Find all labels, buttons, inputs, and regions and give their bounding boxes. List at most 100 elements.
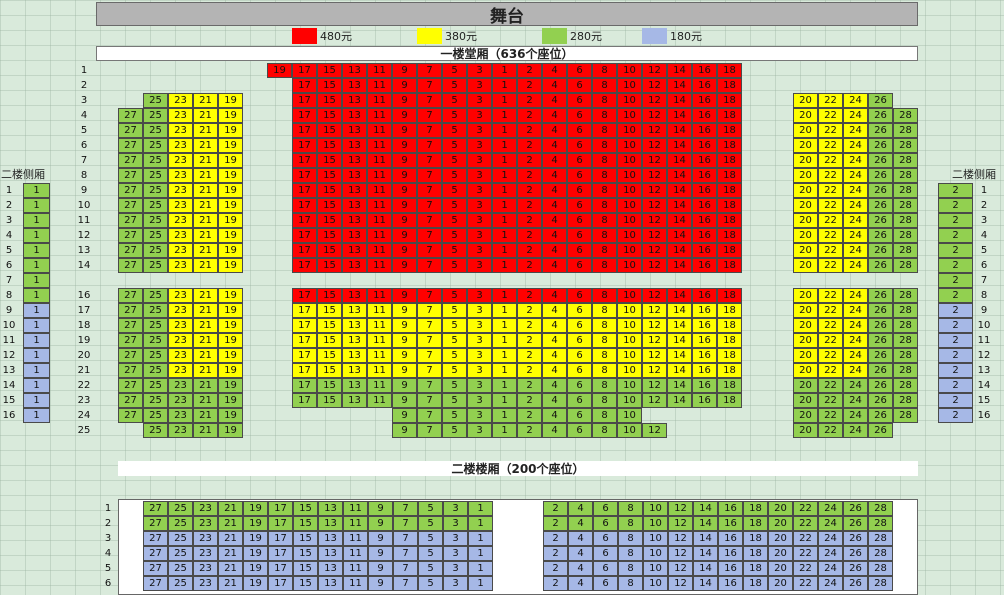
seat-floor2-left[interactable]: 7 (393, 531, 418, 546)
seat-floor2-left[interactable]: 5 (418, 546, 443, 561)
seat-floor2-right[interactable]: 16 (718, 576, 743, 591)
seat-center[interactable]: 5 (442, 138, 467, 153)
seat-center[interactable]: 17 (292, 123, 317, 138)
seat-center[interactable]: 6 (567, 318, 592, 333)
seat-center[interactable]: 5 (442, 333, 467, 348)
seat-right[interactable]: 28 (893, 138, 918, 153)
seat-floor2-right[interactable]: 28 (868, 501, 893, 516)
seat-right[interactable]: 22 (818, 153, 843, 168)
seat-center[interactable]: 9 (392, 168, 417, 183)
seat-floor2-left[interactable]: 23 (193, 516, 218, 531)
seat-center[interactable]: 12 (642, 393, 667, 408)
seat-right[interactable]: 20 (793, 123, 818, 138)
seat-left[interactable]: 23 (168, 288, 193, 303)
seat-left[interactable]: 19 (218, 333, 243, 348)
seat-center[interactable]: 1 (492, 93, 517, 108)
seat-center[interactable]: 12 (642, 333, 667, 348)
seat-right[interactable]: 24 (843, 318, 868, 333)
seat-left[interactable]: 27 (118, 348, 143, 363)
seat-center[interactable]: 4 (542, 348, 567, 363)
seat-floor2-left[interactable]: 1 (468, 576, 493, 591)
seat-center[interactable]: 4 (542, 183, 567, 198)
seat-center[interactable]: 11 (367, 123, 392, 138)
seat-floor2-left[interactable]: 17 (268, 516, 293, 531)
seat-right[interactable]: 28 (893, 348, 918, 363)
seat-center[interactable]: 7 (417, 333, 442, 348)
seat-center[interactable]: 15 (317, 348, 342, 363)
seat-center[interactable]: 6 (567, 378, 592, 393)
seat-center[interactable]: 10 (617, 198, 642, 213)
seat-center[interactable]: 3 (467, 408, 492, 423)
seat-left[interactable]: 23 (168, 348, 193, 363)
seat-center[interactable]: 16 (692, 258, 717, 273)
seat-right[interactable]: 26 (868, 123, 893, 138)
seat-center[interactable]: 18 (717, 228, 742, 243)
seat-center[interactable]: 1 (492, 153, 517, 168)
seat-left[interactable]: 23 (168, 423, 193, 438)
seat-left[interactable]: 21 (193, 303, 218, 318)
seat-center[interactable]: 5 (442, 123, 467, 138)
seat-left[interactable]: 19 (218, 243, 243, 258)
seat-side-left[interactable]: 1 (23, 273, 50, 288)
seat-floor2-right[interactable]: 20 (768, 546, 793, 561)
seat-center[interactable]: 10 (617, 258, 642, 273)
seat-center[interactable]: 6 (567, 153, 592, 168)
seat-left[interactable]: 21 (193, 408, 218, 423)
seat-floor2-left[interactable]: 19 (243, 531, 268, 546)
seat-left[interactable]: 21 (193, 153, 218, 168)
seat-center[interactable]: 11 (367, 303, 392, 318)
seat-center[interactable]: 14 (667, 63, 692, 78)
seat-center[interactable]: 17 (292, 303, 317, 318)
seat-center[interactable]: 4 (542, 378, 567, 393)
seat-center[interactable]: 8 (592, 378, 617, 393)
seat-floor2-left[interactable]: 15 (293, 546, 318, 561)
seat-center[interactable]: 14 (667, 168, 692, 183)
seat-left[interactable]: 19 (218, 408, 243, 423)
seat-floor2-left[interactable]: 3 (443, 561, 468, 576)
seat-side-right[interactable]: 2 (938, 303, 973, 318)
seat-center[interactable]: 18 (717, 243, 742, 258)
seat-center[interactable]: 2 (517, 243, 542, 258)
seat-center[interactable]: 6 (567, 393, 592, 408)
seat-floor2-left[interactable]: 11 (343, 531, 368, 546)
seat-center[interactable]: 14 (667, 78, 692, 93)
seat-right[interactable]: 22 (818, 138, 843, 153)
seat-center[interactable]: 5 (442, 423, 467, 438)
seat-floor2-left[interactable]: 3 (443, 576, 468, 591)
seat-floor2-left[interactable]: 27 (143, 516, 168, 531)
seat-center[interactable]: 14 (667, 243, 692, 258)
seat-center[interactable]: 1 (492, 393, 517, 408)
seat-center[interactable]: 8 (592, 63, 617, 78)
seat-center[interactable]: 1 (492, 318, 517, 333)
seat-center[interactable]: 4 (542, 408, 567, 423)
seat-center[interactable]: 10 (617, 408, 642, 423)
seat-floor2-right[interactable]: 24 (818, 576, 843, 591)
seat-floor2-left[interactable]: 27 (143, 501, 168, 516)
seat-floor2-right[interactable]: 4 (568, 516, 593, 531)
seat-center[interactable]: 18 (717, 198, 742, 213)
seat-center[interactable]: 11 (367, 318, 392, 333)
seat-center[interactable]: 7 (417, 363, 442, 378)
seat-floor2-right[interactable]: 24 (818, 546, 843, 561)
seat-floor2-left[interactable]: 9 (368, 546, 393, 561)
seat-left[interactable]: 27 (118, 303, 143, 318)
seat-center[interactable]: 14 (667, 123, 692, 138)
seat-center[interactable]: 12 (642, 198, 667, 213)
seat-side-right[interactable]: 2 (938, 318, 973, 333)
seat-center[interactable]: 15 (317, 93, 342, 108)
seat-center[interactable]: 6 (567, 168, 592, 183)
seat-center[interactable]: 15 (317, 393, 342, 408)
seat-side-right[interactable]: 2 (938, 363, 973, 378)
seat-left[interactable]: 21 (193, 213, 218, 228)
seat-center[interactable]: 12 (642, 168, 667, 183)
seat-floor2-right[interactable]: 8 (618, 501, 643, 516)
seat-floor2-left[interactable]: 5 (418, 561, 443, 576)
seat-floor2-right[interactable]: 8 (618, 546, 643, 561)
seat-center[interactable]: 6 (567, 63, 592, 78)
seat-center[interactable]: 12 (642, 123, 667, 138)
seat-center[interactable]: 16 (692, 288, 717, 303)
seat-center[interactable]: 3 (467, 153, 492, 168)
seat-center[interactable]: 4 (542, 108, 567, 123)
seat-center[interactable]: 7 (417, 348, 442, 363)
seat-center[interactable]: 5 (442, 213, 467, 228)
